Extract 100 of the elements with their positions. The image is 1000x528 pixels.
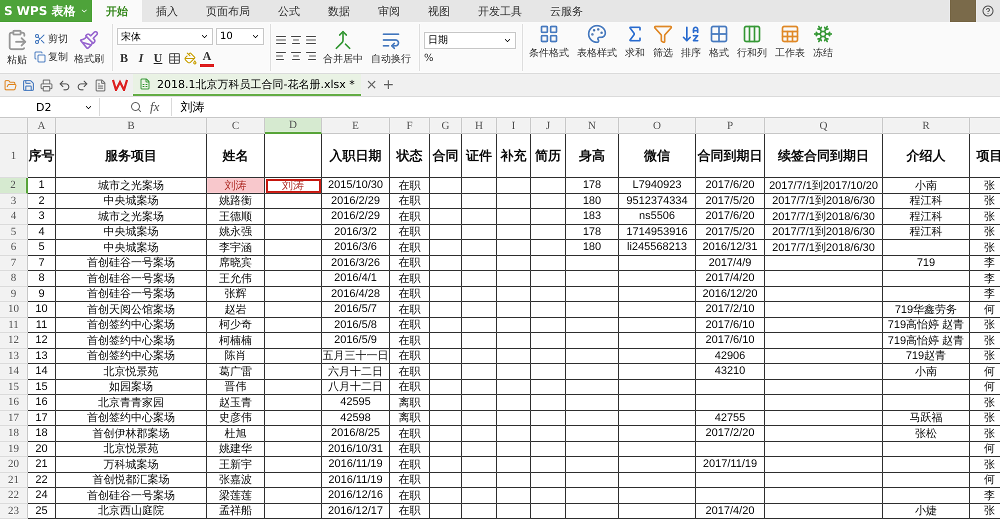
font-name-field[interactable]: 宋体	[117, 28, 213, 45]
row-header[interactable]: 16	[0, 395, 28, 410]
conditional-format-button[interactable]: 条件格式	[527, 24, 571, 71]
close-tab-button[interactable]: ×	[366, 77, 378, 93]
wrap-text-button[interactable]: 自动换行	[369, 30, 413, 66]
paste-button[interactable]: 粘贴	[4, 28, 30, 66]
freeze-button[interactable]: 冻结	[811, 24, 835, 71]
save-icon[interactable]	[22, 78, 35, 92]
row-header[interactable]: 8	[0, 271, 28, 286]
active-cell[interactable]: 刘涛	[265, 178, 322, 194]
column-header[interactable]: D	[265, 118, 322, 134]
column-header[interactable]: R	[883, 118, 970, 134]
italic-button[interactable]: I	[134, 50, 148, 66]
row-header[interactable]: 19	[0, 442, 28, 457]
menu-tab[interactable]: 数据	[314, 0, 364, 22]
menu-tab[interactable]: 开发工具	[464, 0, 536, 22]
row-header[interactable]: 13	[0, 348, 28, 364]
row-header[interactable]: 2	[0, 178, 28, 194]
row-header[interactable]: 22	[0, 488, 28, 504]
menu-tab[interactable]: 公式	[264, 0, 314, 22]
row-header[interactable]: 21	[0, 472, 28, 488]
rows-columns-button[interactable]: 行和列	[735, 24, 769, 71]
table-cell: 八月十二日	[322, 380, 390, 395]
row-header[interactable]: 17	[0, 410, 28, 426]
worksheet-button[interactable]: 工作表	[773, 24, 807, 71]
undo-icon[interactable]	[58, 78, 71, 92]
menu-tab[interactable]: 审阅	[364, 0, 414, 22]
align-left-icon[interactable]	[275, 50, 287, 62]
row-header[interactable]: 1	[0, 134, 28, 178]
sum-button[interactable]: 求和	[623, 24, 647, 71]
row-header[interactable]: 4	[0, 209, 28, 224]
format-painter-button[interactable]: 格式刷	[72, 30, 106, 66]
formula-field[interactable]: 刘涛	[171, 98, 1000, 116]
table-cell: 42906	[696, 348, 765, 364]
column-header[interactable]: J	[531, 118, 566, 134]
menu-tab[interactable]: 页面布局	[192, 0, 264, 22]
align-middle-icon[interactable]	[290, 34, 302, 46]
row-header[interactable]: 23	[0, 504, 28, 519]
row-header[interactable]: 18	[0, 426, 28, 442]
column-header[interactable]: Q	[765, 118, 883, 134]
column-header[interactable]: H	[462, 118, 497, 134]
row-header[interactable]: 6	[0, 240, 28, 256]
column-header[interactable]: P	[696, 118, 765, 134]
row-header[interactable]: 3	[0, 194, 28, 209]
font-color-button[interactable]: A	[200, 49, 214, 67]
merge-center-button[interactable]: 合并居中	[321, 30, 365, 66]
column-header[interactable]: A	[28, 118, 56, 134]
document-icon[interactable]	[94, 78, 107, 92]
redo-icon[interactable]	[76, 78, 89, 92]
logo-icon[interactable]	[112, 79, 128, 91]
format-button[interactable]: 格式	[707, 24, 731, 71]
menu-tab[interactable]: 云服务	[536, 0, 597, 22]
fill-color-icon[interactable]	[184, 52, 197, 64]
document-tab[interactable]: 2018.1北京万科员工合同-花名册.xlsx *	[133, 74, 361, 96]
table-style-button[interactable]: 表格样式	[575, 24, 619, 71]
sort-button[interactable]: 排序	[679, 24, 703, 71]
row-header[interactable]: 5	[0, 224, 28, 240]
row-header[interactable]: 15	[0, 380, 28, 395]
new-tab-button[interactable]: +	[382, 77, 394, 93]
zoom-icon[interactable]	[130, 101, 142, 113]
help-icon[interactable]	[982, 5, 994, 17]
column-header[interactable]: E	[322, 118, 390, 134]
print-icon[interactable]	[40, 78, 53, 92]
menu-tab[interactable]: 开始	[92, 0, 142, 22]
align-bottom-icon[interactable]	[305, 34, 317, 46]
table-cell: 1714953916	[619, 224, 696, 240]
align-top-icon[interactable]	[275, 34, 287, 46]
column-header[interactable]: F	[390, 118, 430, 134]
align-right-icon[interactable]	[305, 50, 317, 62]
number-format-field[interactable]: 日期	[424, 32, 516, 48]
copy-button[interactable]: 复制	[34, 50, 68, 64]
table-cell: 在职	[390, 178, 430, 194]
cut-button[interactable]: 剪切	[34, 32, 68, 46]
border-icon[interactable]	[168, 52, 181, 64]
underline-button[interactable]: U	[151, 50, 165, 66]
align-center-icon[interactable]	[290, 50, 302, 62]
column-header[interactable]: C	[207, 118, 265, 134]
header-cell: 续签合同到期日	[765, 134, 883, 178]
row-header[interactable]: 10	[0, 302, 28, 318]
font-size-field[interactable]: 10	[216, 28, 264, 45]
column-header[interactable]: G	[430, 118, 462, 134]
column-header[interactable]: N	[566, 118, 619, 134]
bold-button[interactable]: B	[117, 50, 131, 66]
menu-tab[interactable]: 插入	[142, 0, 192, 22]
menu-tab[interactable]: 视图	[414, 0, 464, 22]
function-label[interactable]: fx	[150, 99, 160, 115]
column-header[interactable]: O	[619, 118, 696, 134]
row-header[interactable]: 9	[0, 286, 28, 302]
row-header[interactable]: 11	[0, 318, 28, 333]
column-header[interactable]: I	[497, 118, 531, 134]
filter-button[interactable]: 筛选	[651, 24, 675, 71]
percent-button[interactable]: %	[424, 52, 434, 64]
header-cell: 姓名	[207, 134, 265, 178]
header-cell: 服务项目	[56, 134, 207, 178]
row-header[interactable]: 20	[0, 457, 28, 472]
row-header[interactable]: 12	[0, 333, 28, 348]
name-box[interactable]: D2	[0, 98, 100, 116]
row-header[interactable]: 14	[0, 364, 28, 380]
row-header[interactable]: 7	[0, 256, 28, 271]
column-header[interactable]: B	[56, 118, 207, 134]
